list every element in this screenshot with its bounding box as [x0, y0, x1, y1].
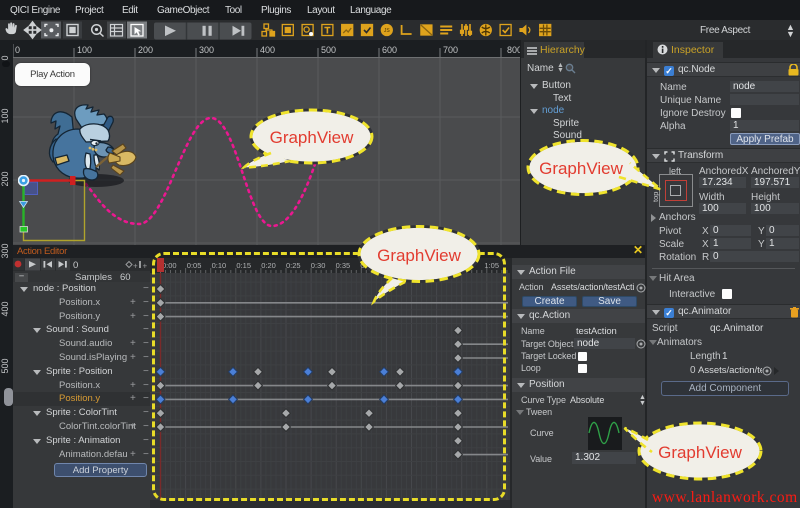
svg-text:+: +	[133, 262, 138, 271]
svg-text:0: 0	[73, 260, 78, 271]
svg-text:top: top	[651, 192, 660, 202]
svg-text:JS: JS	[384, 28, 391, 34]
svg-text:+: +	[143, 262, 148, 271]
